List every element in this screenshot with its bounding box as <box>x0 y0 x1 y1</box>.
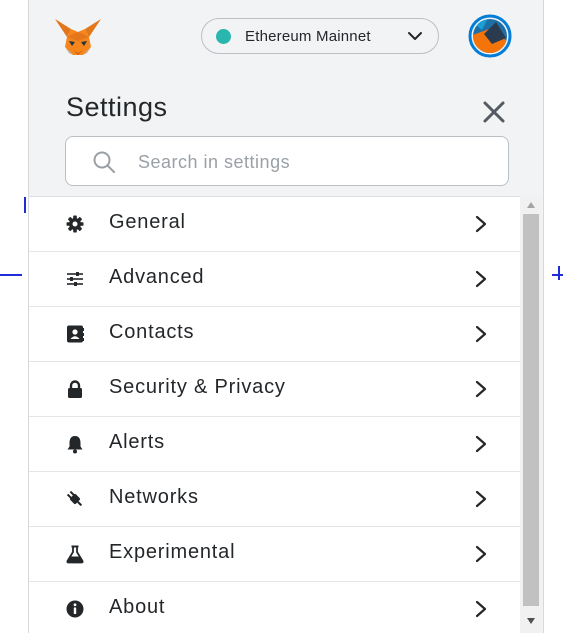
menu-item-general[interactable]: General <box>29 197 520 252</box>
settings-popup: Ethereum Mainnet Settings Search in sett… <box>28 0 544 633</box>
menu-item-label: Experimental <box>109 541 236 563</box>
info-icon <box>66 600 84 618</box>
menu-item-alerts[interactable]: Alerts <box>29 417 520 472</box>
network-status-dot <box>216 28 231 44</box>
menu-item-label: Networks <box>109 486 199 508</box>
menu-item-contacts[interactable]: Contacts <box>29 307 520 362</box>
menu-item-networks[interactable]: Networks <box>29 472 520 527</box>
metamask-fox-icon[interactable] <box>53 17 103 57</box>
menu-item-label: Contacts <box>109 321 195 343</box>
chevron-right-icon <box>475 490 487 508</box>
menu-scrollbar[interactable] <box>520 196 542 633</box>
plug-icon <box>66 490 83 507</box>
chevron-right-icon <box>475 270 487 288</box>
chevron-right-icon <box>475 600 487 618</box>
search-field[interactable] <box>65 136 509 186</box>
menu-item-label: About <box>109 596 166 618</box>
page-title: Settings <box>66 92 168 122</box>
menu-item-about[interactable]: About <box>29 582 520 633</box>
chevron-down-icon <box>408 32 422 40</box>
menu-item-label: Alerts <box>109 431 165 453</box>
menu-item-advanced[interactable]: Advanced <box>29 252 520 307</box>
chevron-right-icon <box>475 545 487 563</box>
close-icon[interactable] <box>482 100 506 124</box>
background-tick-left <box>24 197 26 213</box>
account-avatar[interactable] <box>462 14 518 58</box>
chevron-right-icon <box>475 380 487 398</box>
lock-icon <box>68 380 82 398</box>
scroll-down-arrow-icon[interactable] <box>525 616 537 626</box>
menu-item-label: Security & Privacy <box>109 376 286 398</box>
bell-icon <box>67 436 83 454</box>
menu-item-experimental[interactable]: Experimental <box>29 527 520 582</box>
menu-item-label: General <box>109 211 186 233</box>
search-input[interactable] <box>136 147 500 177</box>
flask-icon <box>66 545 84 564</box>
scrollbar-thumb[interactable] <box>523 214 539 606</box>
background-tick-right <box>558 266 560 280</box>
menu-item-security-privacy[interactable]: Security & Privacy <box>29 362 520 417</box>
search-icon <box>93 151 115 173</box>
chevron-right-icon <box>475 435 487 453</box>
menu-item-label: Advanced <box>109 266 205 288</box>
network-selector[interactable]: Ethereum Mainnet <box>201 18 439 54</box>
app-header: Ethereum Mainnet <box>29 0 543 80</box>
scroll-up-arrow-icon[interactable] <box>525 200 537 210</box>
chevron-right-icon <box>475 215 487 233</box>
background-line-left <box>0 274 22 276</box>
gear-icon <box>66 215 84 233</box>
chevron-right-icon <box>475 325 487 343</box>
network-name: Ethereum Mainnet <box>245 27 371 45</box>
sliders-icon <box>67 272 83 286</box>
settings-menu: General Advanced Contacts Security & Pri… <box>29 196 520 633</box>
contact-book-icon <box>67 325 84 343</box>
